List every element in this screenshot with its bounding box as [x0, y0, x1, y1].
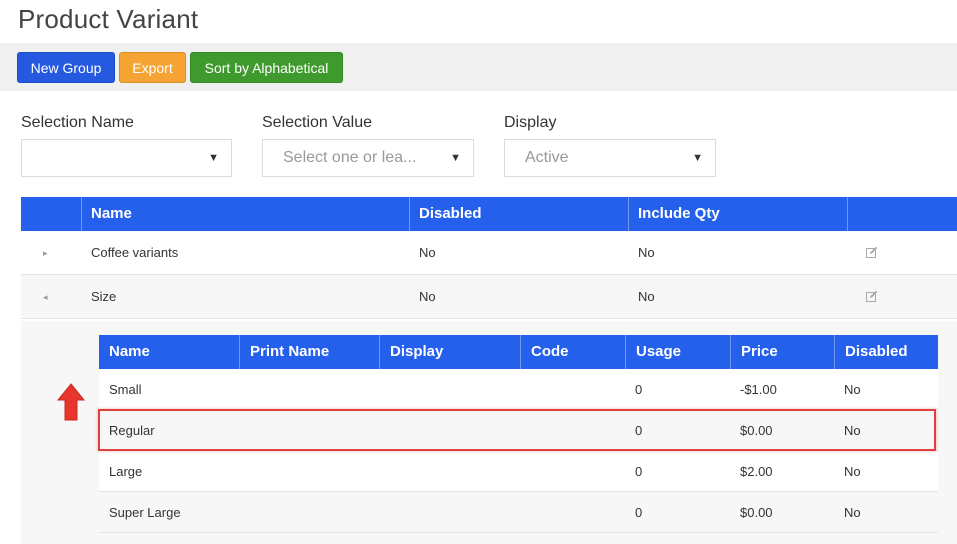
selection-value-placeholder: Select one or lea...	[283, 149, 417, 166]
expand-row-icon[interactable]: ▸	[43, 231, 48, 275]
variant-disabled: No	[844, 505, 861, 520]
group-name: Coffee variants	[91, 245, 179, 260]
header-disabled[interactable]: Disabled	[409, 197, 628, 231]
caret-down-icon: ▼	[450, 152, 461, 164]
caret-down-icon: ▼	[692, 152, 703, 164]
highlight-box	[98, 409, 936, 451]
variant-disabled: No	[844, 464, 861, 479]
table-row[interactable]: Large 0 $2.00 No	[99, 451, 938, 492]
selection-value-label: Selection Value	[262, 114, 372, 131]
header-usage[interactable]: Usage	[625, 335, 730, 369]
header-name[interactable]: Name	[81, 197, 409, 231]
variant-name: Large	[109, 464, 143, 479]
header-name[interactable]: Name	[99, 335, 239, 369]
group-disabled: No	[419, 245, 436, 260]
toolbar: New Group Export Sort by Alphabetical	[0, 43, 957, 91]
caret-down-icon: ▼	[208, 152, 219, 164]
table-row[interactable]: ◂ Size No No	[21, 275, 957, 319]
header-print-name[interactable]: Print Name	[239, 335, 379, 369]
display-select[interactable]: Active ▼	[504, 139, 716, 177]
variants-table-header: Name Print Name Display Code Usage Price…	[99, 335, 938, 369]
variant-disabled: No	[844, 382, 861, 397]
header-disabled[interactable]: Disabled	[834, 335, 938, 369]
display-value: Active	[525, 149, 569, 166]
header-include-qty[interactable]: Include Qty	[628, 197, 847, 231]
header-display[interactable]: Display	[379, 335, 520, 369]
variant-price: $0.00	[740, 505, 773, 520]
table-row[interactable]: ▸ Coffee variants No No	[21, 231, 957, 275]
group-disabled: No	[419, 289, 436, 304]
export-button[interactable]: Export	[119, 52, 186, 83]
selection-name-select[interactable]: ▼	[21, 139, 232, 177]
selection-name-label: Selection Name	[21, 114, 134, 131]
header-actions	[847, 197, 957, 231]
variant-price: -$1.00	[740, 382, 777, 397]
edit-icon[interactable]	[866, 246, 878, 258]
variant-usage: 0	[635, 464, 643, 479]
variant-price: $2.00	[740, 464, 773, 479]
variant-name: Super Large	[109, 505, 181, 520]
group-include-qty: No	[638, 245, 655, 260]
sort-alphabetical-button[interactable]: Sort by Alphabetical	[190, 52, 343, 83]
header-expander	[21, 197, 81, 231]
display-label: Display	[504, 114, 557, 131]
variant-usage: 0	[635, 382, 643, 397]
collapse-row-icon[interactable]: ◂	[43, 275, 48, 319]
edit-icon[interactable]	[866, 290, 878, 302]
variant-usage: 0	[635, 505, 643, 520]
groups-table-header: Name Disabled Include Qty	[21, 197, 957, 231]
page-title: Product Variant	[18, 4, 199, 34]
new-group-button[interactable]: New Group	[17, 52, 115, 83]
group-name: Size	[91, 289, 117, 304]
header-price[interactable]: Price	[730, 335, 834, 369]
table-row[interactable]: Super Large 0 $0.00 No	[99, 492, 938, 533]
selection-value-select[interactable]: Select one or lea... ▼	[262, 139, 474, 177]
group-include-qty: No	[638, 289, 655, 304]
header-code[interactable]: Code	[520, 335, 625, 369]
up-arrow-icon	[56, 383, 86, 421]
variant-name: Small	[109, 382, 142, 397]
table-row[interactable]: Small 0 -$1.00 No	[99, 369, 938, 410]
